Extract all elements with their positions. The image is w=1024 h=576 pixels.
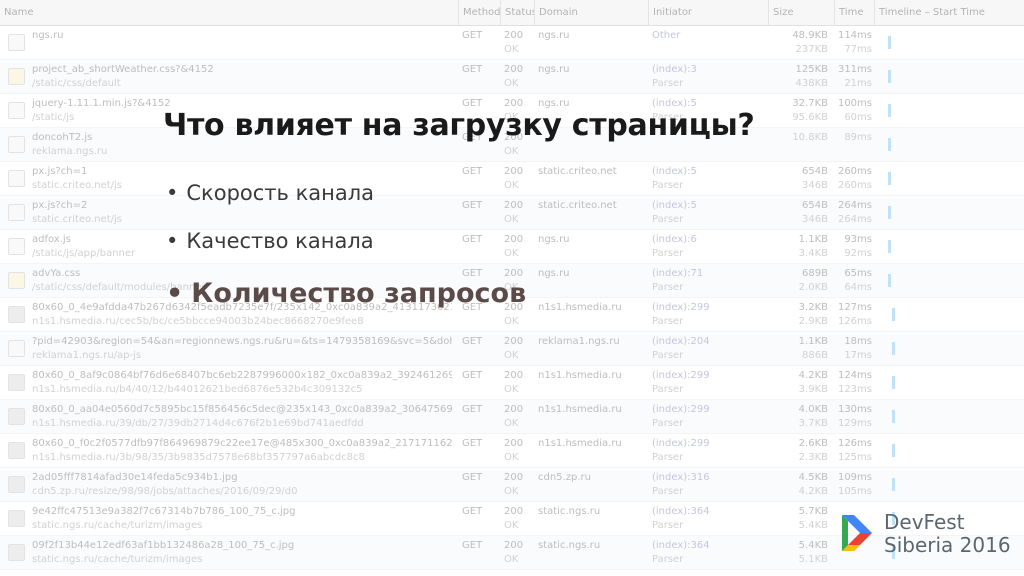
bullet-text: Количество запросов xyxy=(191,278,527,309)
logo-line-1: DevFest xyxy=(884,510,965,534)
gdg-chevron-icon xyxy=(842,515,872,551)
logo-line-2: Siberia 2016 xyxy=(884,533,1011,557)
devfest-logo: DevFest Siberia 2016 xyxy=(838,509,1018,565)
bullet-dot: • xyxy=(166,181,179,205)
bullet-text: Скорость канала xyxy=(186,181,375,205)
logo-text: DevFest Siberia 2016 xyxy=(884,511,1011,557)
bullet-text: Качество канала xyxy=(186,229,374,253)
slide-title: Что влияет на загрузку страницы? xyxy=(163,108,755,143)
bullet-dot: • xyxy=(166,229,179,253)
bullet-item-highlighted: • Количество запросов xyxy=(166,278,526,309)
bullet-item: • Качество канала xyxy=(166,229,374,253)
bullet-dot: • xyxy=(166,278,184,309)
bullet-item: • Скорость канала xyxy=(166,181,374,205)
